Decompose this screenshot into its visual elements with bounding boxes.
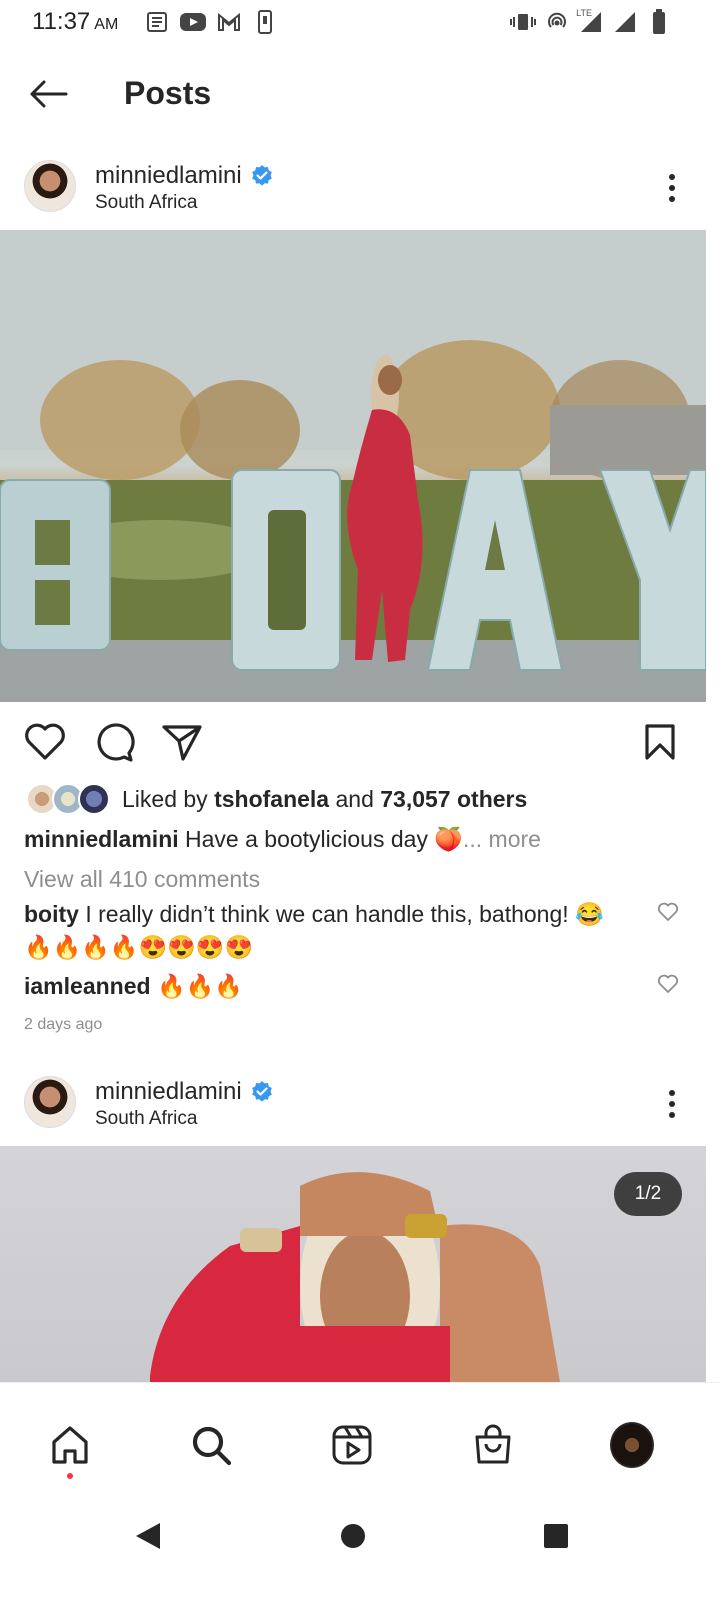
comment-like-button[interactable] xyxy=(656,900,680,924)
author-username[interactable]: minniedlamini xyxy=(95,1078,242,1106)
arrow-left-icon xyxy=(30,80,68,108)
signal-icon xyxy=(578,10,604,34)
more-vertical-icon xyxy=(669,174,675,202)
vibrate-icon xyxy=(510,10,536,34)
nav-reels-tab[interactable] xyxy=(330,1423,374,1467)
caption-more-link[interactable]: ... more xyxy=(463,826,541,852)
status-bar: 11:37 AM LTE xyxy=(0,0,720,48)
comment-text: 🔥🔥🔥 xyxy=(156,973,243,999)
system-navigation-bar xyxy=(0,1492,720,1600)
share-button[interactable] xyxy=(158,718,206,766)
system-back-button[interactable] xyxy=(124,1512,172,1560)
battery-icon xyxy=(646,9,672,34)
bottom-nav xyxy=(0,1382,720,1492)
nav-profile-tab[interactable] xyxy=(610,1422,654,1468)
heart-icon xyxy=(657,974,679,993)
heart-icon xyxy=(657,902,679,921)
post-actions xyxy=(0,718,720,766)
caption-text: Have a bootylicious day 🍑 xyxy=(185,826,463,852)
square-recents-icon xyxy=(544,1524,568,1548)
author-avatar[interactable] xyxy=(24,1076,76,1128)
author-avatar[interactable] xyxy=(24,160,76,212)
reels-icon xyxy=(332,1425,372,1465)
verified-badge-icon xyxy=(251,1081,272,1102)
notification-dot xyxy=(67,1473,73,1479)
speech-bubble-icon xyxy=(97,723,135,762)
comment-item: iamleanned 🔥🔥🔥 xyxy=(24,970,634,1003)
post-header: minniedlamini South Africa xyxy=(0,1064,720,1144)
liked-by-user[interactable]: tshofanela xyxy=(214,786,329,812)
top-bar: Posts xyxy=(0,58,720,130)
likes-prefix: Liked by xyxy=(122,785,208,812)
comment-like-button[interactable] xyxy=(656,972,680,996)
hotspot-icon xyxy=(544,10,570,34)
likes-others[interactable]: 73,057 others xyxy=(380,786,527,812)
profile-avatar xyxy=(610,1422,654,1468)
nav-search-tab[interactable] xyxy=(189,1423,233,1467)
triangle-back-icon xyxy=(136,1523,160,1549)
status-ampm: AM xyxy=(94,16,119,33)
status-time: 11:37 AM xyxy=(32,8,118,36)
likes-summary[interactable]: Liked by tshofanela and 73,057 others xyxy=(24,782,527,816)
gmail-icon xyxy=(216,10,242,34)
shopping-bag-icon xyxy=(475,1424,511,1464)
system-home-button[interactable] xyxy=(329,1512,377,1560)
likes-text: Liked by tshofanela and 73,057 others xyxy=(122,786,527,813)
post-location[interactable]: South Africa xyxy=(95,1108,197,1130)
verified-badge-icon xyxy=(251,165,272,186)
author-username[interactable]: minniedlamini xyxy=(95,162,242,190)
more-options-button[interactable] xyxy=(660,1086,684,1122)
liker-avatar xyxy=(78,783,110,815)
nav-shop-tab[interactable] xyxy=(471,1423,515,1467)
youtube-icon xyxy=(180,10,206,34)
like-button[interactable] xyxy=(21,718,69,766)
comment-button[interactable] xyxy=(90,718,138,766)
post-location[interactable]: South Africa xyxy=(95,192,197,214)
post-header: minniedlamini South Africa xyxy=(0,148,720,228)
comment-username[interactable]: iamleanned xyxy=(24,973,151,999)
comment-text: I really didn’t think we can handle this… xyxy=(24,901,604,960)
notification-icons xyxy=(144,10,278,34)
home-icon xyxy=(52,1426,88,1464)
likes-conj: and xyxy=(335,785,374,812)
nav-home-tab[interactable] xyxy=(48,1423,92,1467)
author-name-row[interactable]: minniedlamini xyxy=(95,1078,274,1106)
system-icons xyxy=(510,9,672,34)
carousel-page-indicator: 1/2 xyxy=(614,1172,682,1216)
caption-username[interactable]: minniedlamini xyxy=(24,826,179,852)
back-button[interactable] xyxy=(24,74,72,114)
author-name-row[interactable]: minniedlamini xyxy=(95,162,274,190)
view-all-comments-link[interactable]: View all 410 comments xyxy=(24,866,260,893)
post-timestamp: 2 days ago xyxy=(24,1016,103,1033)
signal-2-icon xyxy=(612,10,638,34)
heart-icon xyxy=(25,723,65,760)
device-icon xyxy=(252,10,278,34)
more-options-button[interactable] xyxy=(660,170,684,206)
liker-avatars xyxy=(24,783,116,815)
status-clock: 11:37 xyxy=(32,8,91,35)
post-photo[interactable] xyxy=(0,1146,706,1382)
news-icon xyxy=(144,10,170,34)
page-title: Posts xyxy=(124,75,212,111)
post-photo-illustration xyxy=(150,1172,560,1382)
post-photo-illustration xyxy=(0,230,706,702)
comment-item: boity I really didn’t think we can handl… xyxy=(24,898,634,964)
circle-home-icon xyxy=(341,1524,365,1548)
system-recents-button[interactable] xyxy=(532,1512,580,1560)
comment-username[interactable]: boity xyxy=(24,901,79,927)
paper-plane-icon xyxy=(162,725,202,761)
search-icon xyxy=(192,1426,232,1466)
bookmark-icon xyxy=(645,724,675,760)
post-photo[interactable] xyxy=(0,230,706,702)
save-button[interactable] xyxy=(636,718,684,766)
more-vertical-icon xyxy=(669,1090,675,1118)
caption: minniedlamini Have a bootylicious day 🍑.… xyxy=(24,826,541,853)
